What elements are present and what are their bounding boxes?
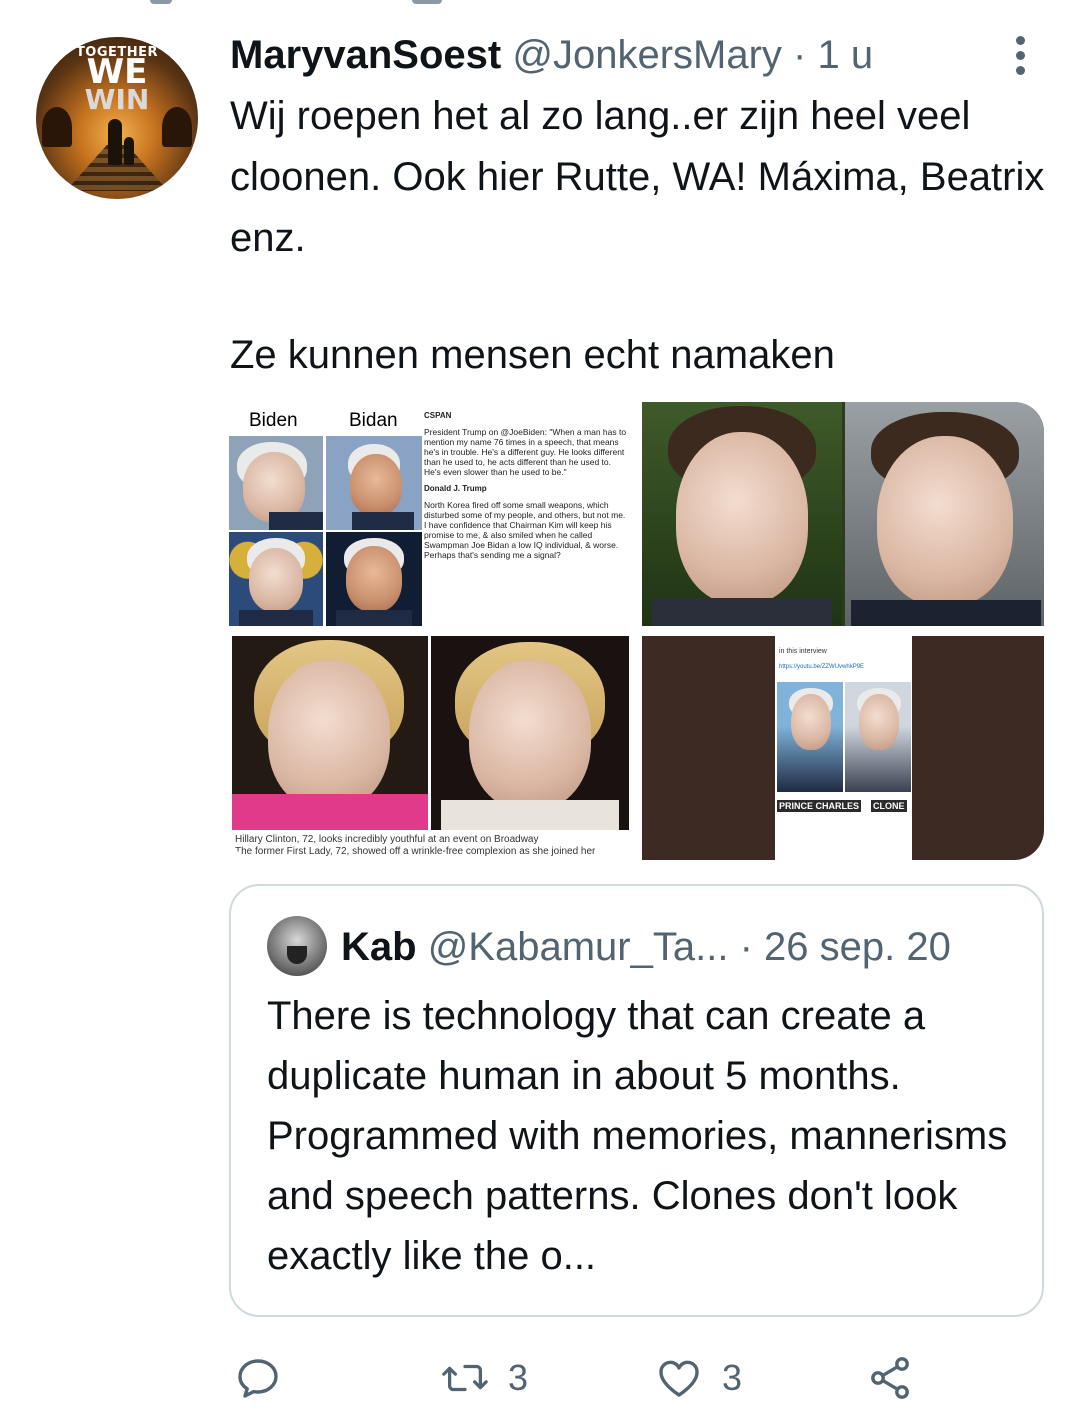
avatar-text-win: WIN <box>84 83 150 116</box>
tweet-action-bar: 3 3 <box>230 1350 1060 1406</box>
screenshot-link: https://youtu.be/ZZWUvwhkP9E <box>779 664 865 670</box>
quoted-tweet-header: Kab @Kabamur_Ta... · 26 sep. 20 <box>341 922 951 972</box>
portrait-woman-right <box>431 636 629 830</box>
media-image-screenshot[interactable]: in this interview https://youtu.be/ZZWUv… <box>642 636 1044 860</box>
photo-biden-4 <box>326 532 422 626</box>
more-options-icon[interactable] <box>1010 36 1030 76</box>
media-image-portraits[interactable] <box>642 402 1044 626</box>
share-icon <box>871 1357 909 1399</box>
portrait-woman-left <box>232 636 428 830</box>
tweet-header: MaryvanSoest @JonkersMary · 1 u <box>230 30 873 80</box>
tweet-text-second-paragraph: Ze kunnen mensen echt namaken <box>230 333 835 377</box>
embedded-tweet-screenshot: CSPAN President Trump on @JoeBiden: "Whe… <box>424 410 629 624</box>
media-grid: Biden Bidan CSPAN President Trump on @Jo… <box>229 402 1044 860</box>
quoted-author-handle: @Kabamur_Ta... <box>427 925 729 969</box>
mini-tweet-text-1: President Trump on @JoeBiden: "When a ma… <box>424 427 627 477</box>
author-avatar[interactable]: TOGETHER WE WIN <box>36 37 198 199</box>
label-prince-charles: PRINCE CHARLES <box>777 800 862 812</box>
label-biden: Biden <box>249 410 298 431</box>
photo-clone <box>845 682 911 792</box>
author-handle[interactable]: @JonkersMary <box>512 33 782 77</box>
media-image-comparison[interactable]: Hillary Clinton, 72, looks incredibly yo… <box>229 636 631 860</box>
label-bidan: Bidan <box>349 410 398 431</box>
media-caption: Hillary Clinton, 72, looks incredibly yo… <box>235 834 625 858</box>
previous-tweet-edge <box>150 0 450 4</box>
reply-icon <box>238 1359 278 1398</box>
share-button[interactable] <box>866 1350 914 1406</box>
retweet-icon <box>442 1364 488 1392</box>
retweet-count: 3 <box>508 1357 529 1398</box>
portrait-left <box>642 402 842 626</box>
heart-icon <box>659 1360 699 1397</box>
phone-screenshot: in this interview https://youtu.be/ZZWUv… <box>775 636 912 860</box>
like-button[interactable]: 3 <box>654 1350 742 1406</box>
tweet-time[interactable]: 1 u <box>818 33 874 77</box>
quoted-tweet[interactable]: Kab @Kabamur_Ta... · 26 sep. 20 There is… <box>229 884 1044 1317</box>
label-clone: CLONE <box>871 800 907 812</box>
silhouette-child <box>124 137 134 165</box>
caption-line-2: The former First Lady, 72, showed off a … <box>235 846 596 857</box>
author-name[interactable]: MaryvanSoest <box>230 33 501 77</box>
reply-button[interactable] <box>234 1350 282 1406</box>
portrait-right <box>845 402 1044 626</box>
quoted-tweet-text: There is technology that can create a du… <box>267 994 1008 1278</box>
media-image-biden[interactable]: Biden Bidan CSPAN President Trump on @Jo… <box>229 402 631 626</box>
silhouette-adult <box>108 119 122 165</box>
photo-biden-3 <box>229 532 323 626</box>
photo-biden-2 <box>326 436 422 530</box>
quoted-tweet-date: · 26 sep. 20 <box>739 925 951 969</box>
screenshot-intro: in this interview <box>779 648 827 655</box>
mini-author-cspan: CSPAN <box>424 411 452 420</box>
mini-tweet-text-2: North Korea fired off some small weapons… <box>424 500 626 560</box>
photo-biden-1 <box>229 436 323 530</box>
tweet-text: Wij roepen het al zo lang..er zijn heel … <box>230 94 1045 260</box>
caption-line-1: Hillary Clinton, 72, looks incredibly yo… <box>235 834 539 845</box>
like-count: 3 <box>722 1357 743 1398</box>
retweet-button[interactable]: 3 <box>440 1350 528 1406</box>
separator-dot: · <box>793 33 807 77</box>
quoted-author-name: Kab <box>341 925 417 969</box>
mini-author-trump: Donald J. Trump <box>424 484 487 493</box>
photo-prince-charles <box>777 682 843 792</box>
quoted-author-avatar[interactable] <box>267 916 327 976</box>
